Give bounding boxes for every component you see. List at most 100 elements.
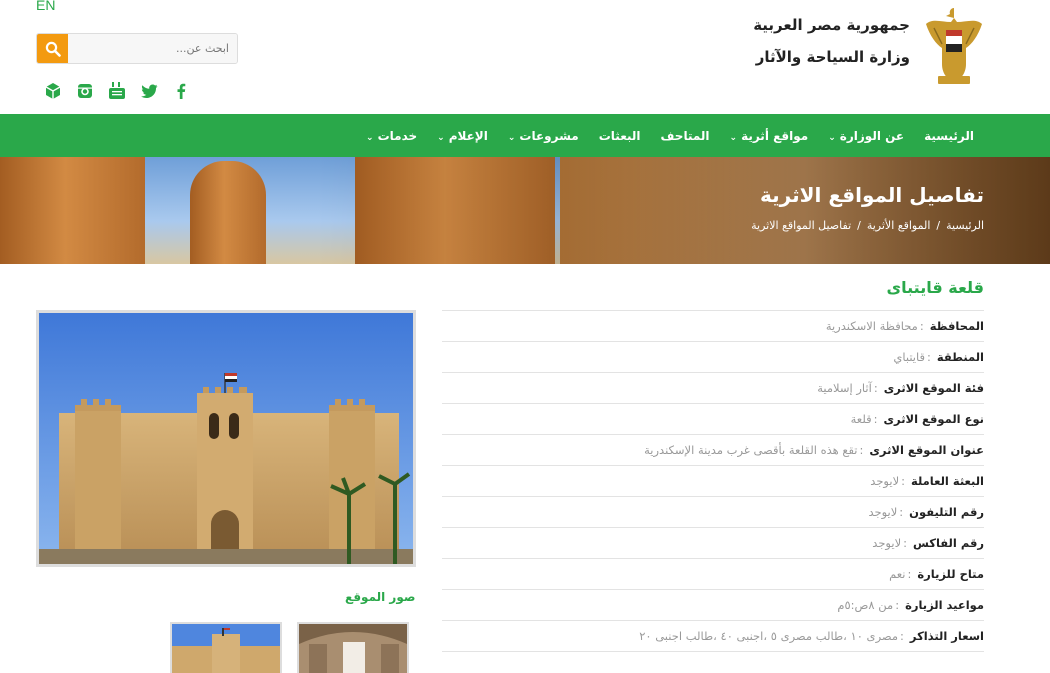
breadcrumb-separator: / — [857, 219, 861, 232]
detail-value: من ٨ص:٥م — [837, 598, 894, 612]
twitter-icon[interactable] — [140, 82, 158, 100]
detail-value: محافظة الاسكندرية — [825, 319, 918, 333]
search-input[interactable] — [68, 34, 237, 63]
breadcrumb-sites[interactable]: المواقع الأثرية — [867, 219, 931, 232]
banner-overlay — [0, 157, 1050, 264]
nav-item-projects[interactable]: مشروعات⌄ — [508, 129, 579, 143]
detail-row-type: نوع الموقع الاثرى: قلعة — [442, 404, 984, 435]
nav-item-label: مواقع أثرية — [741, 128, 809, 143]
breadcrumb-home[interactable]: الرئيسية — [946, 219, 984, 232]
chevron-down-icon: ⌄ — [507, 132, 516, 143]
ministry-brand: جمهورية مصر العربية وزارة السياحة والآثا… — [753, 16, 910, 66]
detail-label: اسعار التذاكر — [909, 629, 984, 643]
nav-item-label: المتاحف — [660, 128, 710, 143]
detail-label: رقم الفاكس — [913, 536, 984, 550]
gallery-thumbnail[interactable] — [297, 622, 409, 673]
language-switch-link[interactable]: EN — [36, 0, 55, 13]
nav-item-archaeological-sites[interactable]: مواقع أثرية⌄ — [730, 129, 809, 143]
site-details-list: المحافظة: محافظة الاسكندرية المنطقة: قايتب… — [442, 310, 984, 652]
detail-label: المنطقة — [936, 350, 984, 364]
detail-label: مواعيد الزيارة — [905, 598, 984, 612]
nav-item-services[interactable]: خدمات⌄ — [366, 129, 417, 143]
detail-colon: : — [873, 412, 878, 426]
search-button[interactable] — [37, 34, 68, 63]
detail-value: نعم — [889, 567, 906, 581]
gallery-thumbnail[interactable] — [170, 622, 282, 673]
chevron-down-icon: ⌄ — [729, 132, 738, 143]
detail-row-visiting-hours: مواعيد الزيارة: من ٨ص:٥م — [442, 590, 984, 621]
detail-label: نوع الموقع الاثرى — [883, 412, 984, 426]
facebook-icon[interactable] — [172, 82, 190, 100]
detail-value: قايتباي — [893, 350, 925, 364]
youtube-icon[interactable] — [108, 82, 126, 100]
nav-item-missions[interactable]: البعثات — [599, 129, 641, 143]
detail-value: مصرى ١٠ ،طالب مصرى ٥ ،اجنبى ٤٠ ،طالب اجن… — [639, 629, 899, 643]
nav-item-home[interactable]: الرئيسية — [924, 129, 974, 143]
detail-row-area: المنطقة: قايتباي — [442, 342, 984, 373]
breadcrumb: الرئيسية / المواقع الأثرية / تفاصيل المو… — [751, 219, 984, 232]
detail-value: آثار إسلامية — [817, 381, 872, 395]
nav-item-label: عن الوزارة — [839, 128, 905, 143]
detail-row-address: عنوان الموقع الاثرى: تقع هذه القلعة بأقصى… — [442, 435, 984, 466]
detail-label: فئة الموقع الاثرى — [883, 381, 984, 395]
detail-colon: : — [919, 319, 924, 333]
cube-icon[interactable] — [44, 82, 62, 100]
thumbnail-image — [172, 624, 280, 673]
detail-colon: : — [901, 474, 906, 488]
breadcrumb-separator: / — [936, 219, 941, 232]
chevron-down-icon: ⌄ — [828, 132, 836, 143]
detail-row-mission: البعثة العاملة: لايوجد — [442, 466, 984, 497]
chevron-down-icon: ⌄ — [366, 132, 374, 143]
detail-colon: : — [900, 629, 904, 643]
nav-item-label: الرئيسية — [924, 128, 974, 143]
nav-item-label: مشروعات — [519, 128, 579, 143]
social-links — [44, 82, 190, 100]
detail-label: عنوان الموقع الاثرى — [869, 443, 984, 457]
thumbnail-image — [299, 624, 407, 673]
detail-row-open-to-visit: متاح للزيارة: نعم — [442, 559, 984, 590]
detail-value: لايوجد — [870, 474, 900, 488]
breadcrumb-current: تفاصيل المواقع الاثرية — [751, 219, 852, 232]
detail-row-ticket-prices: اسعار التذاكر: مصرى ١٠ ،طالب مصرى ٥ ،اجنب… — [442, 621, 984, 652]
detail-colon: : — [927, 350, 931, 364]
nav-item-media[interactable]: الإعلام⌄ — [437, 129, 488, 143]
detail-colon: : — [907, 567, 912, 581]
nav-menu: الرئيسية عن الوزارة⌄ مواقع أثرية⌄ المتاح… — [366, 114, 974, 157]
search-icon — [45, 41, 61, 57]
detail-row-category: فئة الموقع الاثرى: آثار إسلامية — [442, 373, 984, 404]
detail-label: البعثة العاملة — [911, 474, 984, 488]
site-main-photo[interactable] — [36, 310, 416, 567]
page-banner: تفاصيل المواقع الاثرية الرئيسية / المواق… — [0, 157, 1050, 264]
detail-colon: : — [859, 443, 864, 457]
detail-value: لايوجد — [868, 505, 898, 519]
detail-row-phone: رقم التليفون: لايوجد — [442, 497, 984, 528]
main-navigation: الرئيسية عن الوزارة⌄ مواقع أثرية⌄ المتاح… — [0, 114, 1050, 157]
brand-country: جمهورية مصر العربية — [753, 16, 910, 34]
detail-colon: : — [899, 505, 904, 519]
detail-colon: : — [903, 536, 908, 550]
detail-value: تقع هذه القلعة بأقصى غرب مدينة الإسكندري… — [644, 443, 858, 457]
detail-row-fax: رقم الفاكس: لايوجد — [442, 528, 984, 559]
nav-item-label: الإعلام — [448, 128, 488, 143]
nav-item-museums[interactable]: المتاحف — [661, 129, 710, 143]
detail-value: لايوجد — [872, 536, 902, 550]
nav-item-about-ministry[interactable]: عن الوزارة⌄ — [828, 129, 904, 143]
site-title: قلعة قايتباى — [886, 278, 984, 297]
brand-ministry: وزارة السياحة والآثار — [755, 48, 910, 66]
chevron-down-icon: ⌄ — [437, 132, 445, 143]
detail-value: قلعة — [850, 412, 872, 426]
detail-label: متاح للزيارة — [917, 567, 984, 581]
nav-item-label: البعثات — [598, 128, 641, 143]
detail-colon: : — [873, 381, 878, 395]
detail-label: رقم التليفون — [909, 505, 984, 519]
detail-label: المحافظة — [929, 319, 984, 333]
detail-colon: : — [895, 598, 900, 612]
nav-item-label: خدمات — [377, 128, 418, 143]
search-box — [36, 33, 238, 64]
detail-row-governorate: المحافظة: محافظة الاسكندرية — [442, 311, 984, 342]
instagram-icon[interactable] — [76, 82, 94, 100]
citadel-photo — [39, 313, 413, 564]
page-title: تفاصيل المواقع الاثرية — [760, 183, 984, 207]
gallery-heading: صور الموقع — [345, 590, 416, 604]
eagle-emblem-logo[interactable] — [924, 4, 984, 86]
